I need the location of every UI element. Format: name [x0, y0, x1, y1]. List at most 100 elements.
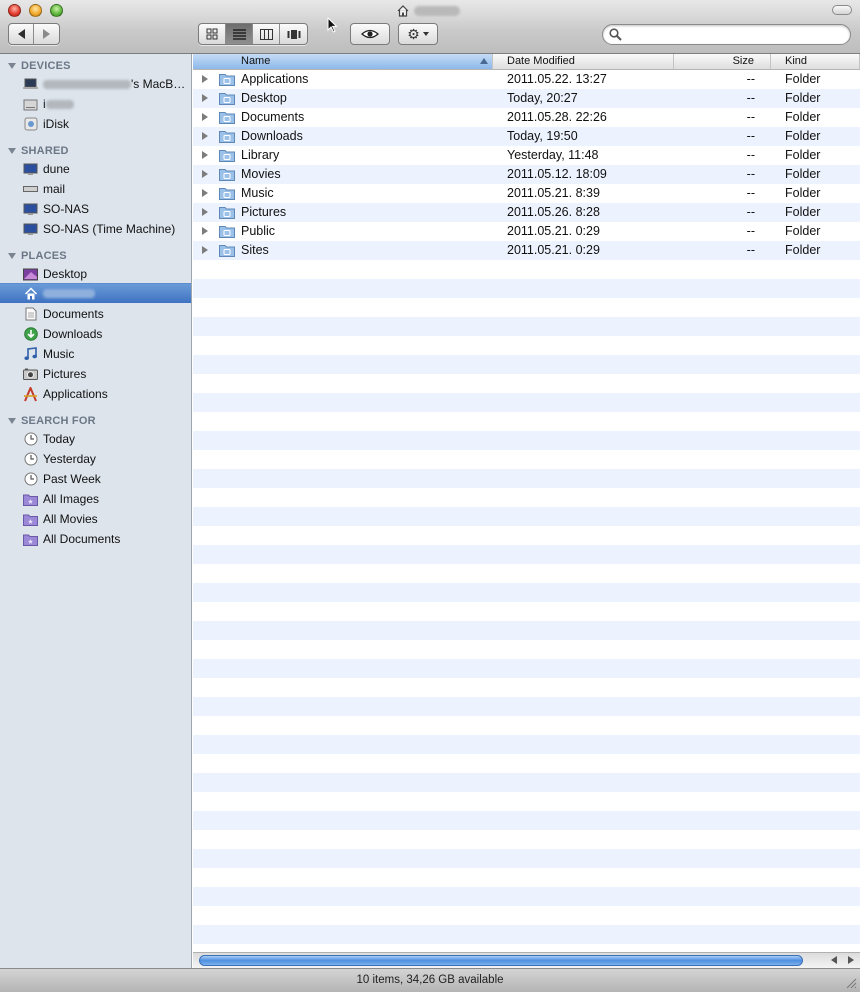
sidebar-item-today[interactable]: Today [0, 429, 191, 449]
applications-icon [23, 386, 38, 402]
sidebar-item-documents[interactable]: Documents [0, 304, 191, 324]
sidebar-item-all-documents[interactable]: All Documents [0, 529, 191, 549]
forward-button[interactable] [34, 24, 59, 44]
minimize-window-button[interactable] [29, 4, 42, 17]
column-header-kind[interactable]: Kind [771, 54, 860, 69]
table-row[interactable]: Movies 2011.05.12. 18:09 -- Folder [193, 165, 860, 184]
sidebar-item-label: SO-NAS [43, 202, 90, 216]
list-view-button[interactable] [226, 24, 253, 44]
computer-icon [23, 202, 38, 217]
column-view-icon [259, 28, 273, 40]
table-row[interactable]: Downloads Today, 19:50 -- Folder [193, 127, 860, 146]
smart-folder-icon [23, 532, 38, 547]
computer-icon [23, 222, 38, 237]
sidebar-item-downloads[interactable]: Downloads [0, 324, 191, 344]
sidebar-item-label: All Documents [43, 532, 121, 546]
cover-flow-view-button[interactable] [280, 24, 307, 44]
sidebar-item-yesterday[interactable]: Yesterday [0, 449, 191, 469]
column-header-name[interactable]: Name [193, 54, 493, 69]
table-row[interactable]: Pictures 2011.05.26. 8:28 -- Folder [193, 203, 860, 222]
sidebar-item-applications[interactable]: Applications [0, 384, 191, 404]
column-header-bar: Name Date Modified Size Kind [193, 54, 860, 70]
sidebar-item-home[interactable] [0, 283, 191, 303]
search-field[interactable] [602, 24, 851, 45]
close-window-button[interactable] [8, 4, 21, 17]
search-input[interactable] [627, 27, 846, 44]
resize-grip-icon[interactable] [845, 977, 857, 989]
file-size: -- [746, 72, 755, 86]
folder-icon [219, 131, 235, 143]
folder-icon [219, 74, 235, 86]
sidebar-item-macbook[interactable]: 's MacB… [0, 74, 191, 94]
disclosure-triangle-icon[interactable] [202, 94, 208, 102]
sidebar-item-desktop[interactable]: Desktop [0, 264, 191, 284]
column-view-button[interactable] [253, 24, 280, 44]
zoom-window-button[interactable] [50, 4, 63, 17]
file-name: Sites [241, 243, 269, 257]
file-date-modified: Yesterday, 11:48 [507, 148, 599, 162]
folder-icon [219, 169, 235, 181]
sidebar-section-devices[interactable]: DEVICES [8, 58, 71, 74]
column-header-label: Name [241, 55, 271, 67]
redacted-name [45, 99, 74, 109]
toolbar-toggle-button[interactable] [832, 5, 852, 15]
file-date-modified: Today, 19:50 [507, 129, 578, 143]
sidebar-item-past-week[interactable]: Past Week [0, 469, 191, 489]
column-header-date-modified[interactable]: Date Modified [493, 54, 674, 69]
column-header-label: Kind [785, 55, 808, 67]
horizontal-scrollbar[interactable] [193, 952, 860, 968]
icon-view-button[interactable] [199, 24, 226, 44]
folder-icon [219, 112, 235, 124]
disk-icon [23, 97, 38, 112]
disclosure-triangle-icon[interactable] [202, 189, 208, 197]
disclosure-triangle-icon[interactable] [202, 170, 208, 178]
sidebar-item-so-nas[interactable]: SO-NAS [0, 199, 191, 219]
table-row[interactable]: Applications 2011.05.22. 13:27 -- Folder [193, 70, 860, 89]
disclosure-triangle-icon[interactable] [202, 132, 208, 140]
sidebar-section-shared[interactable]: SHARED [8, 143, 69, 159]
action-menu-button[interactable]: ⚙ [398, 23, 438, 45]
disclosure-triangle-icon[interactable] [202, 113, 208, 121]
sidebar-item-all-images[interactable]: All Images [0, 489, 191, 509]
sidebar-item-pictures[interactable]: Pictures [0, 364, 191, 384]
table-row[interactable]: Sites 2011.05.21. 0:29 -- Folder [193, 241, 860, 260]
sidebar-item-label: dune [43, 162, 70, 176]
disclosure-triangle-icon [8, 418, 16, 424]
scroll-left-arrow-icon[interactable] [831, 956, 837, 964]
window-title [396, 3, 460, 19]
file-size: -- [746, 243, 755, 257]
section-header-label: PLACES [21, 250, 67, 262]
sidebar-item-idisk[interactable]: iDisk [0, 114, 191, 134]
sidebar-item-all-movies[interactable]: All Movies [0, 509, 191, 529]
sidebar-item-music[interactable]: Music [0, 344, 191, 364]
sidebar-item-disk[interactable]: i [0, 94, 191, 114]
laptop-icon [23, 77, 38, 92]
sidebar-section-places[interactable]: PLACES [8, 248, 67, 264]
disclosure-triangle-icon[interactable] [202, 75, 208, 83]
table-row[interactable]: Documents 2011.05.28. 22:26 -- Folder [193, 108, 860, 127]
table-row[interactable]: Music 2011.05.21. 8:39 -- Folder [193, 184, 860, 203]
quick-look-button[interactable] [350, 23, 390, 45]
status-text: 10 items, 34,26 GB available [356, 974, 504, 986]
back-button[interactable] [9, 24, 34, 44]
sidebar-item-so-nas-time-machine[interactable]: SO-NAS (Time Machine) [0, 219, 191, 239]
file-name: Documents [241, 110, 305, 124]
sidebar-item-dune[interactable]: dune [0, 159, 191, 179]
sidebar-item-mail[interactable]: mail [0, 179, 191, 199]
forward-arrow-icon [43, 29, 50, 39]
disclosure-triangle-icon[interactable] [202, 208, 208, 216]
disclosure-triangle-icon[interactable] [202, 246, 208, 254]
file-kind: Folder [785, 110, 821, 124]
disclosure-triangle-icon[interactable] [202, 227, 208, 235]
file-kind: Folder [785, 167, 821, 181]
table-row[interactable]: Library Yesterday, 11:48 -- Folder [193, 146, 860, 165]
disclosure-triangle-icon[interactable] [202, 151, 208, 159]
column-header-size[interactable]: Size [674, 54, 771, 69]
table-row[interactable]: Public 2011.05.21. 0:29 -- Folder [193, 222, 860, 241]
table-row[interactable]: Desktop Today, 20:27 -- Folder [193, 89, 860, 108]
file-kind: Folder [785, 205, 821, 219]
file-date-modified: Today, 20:27 [507, 91, 578, 105]
scroll-right-arrow-icon[interactable] [848, 956, 854, 964]
scrollbar-thumb[interactable] [199, 955, 803, 966]
sidebar-section-search-for[interactable]: SEARCH FOR [8, 413, 96, 429]
